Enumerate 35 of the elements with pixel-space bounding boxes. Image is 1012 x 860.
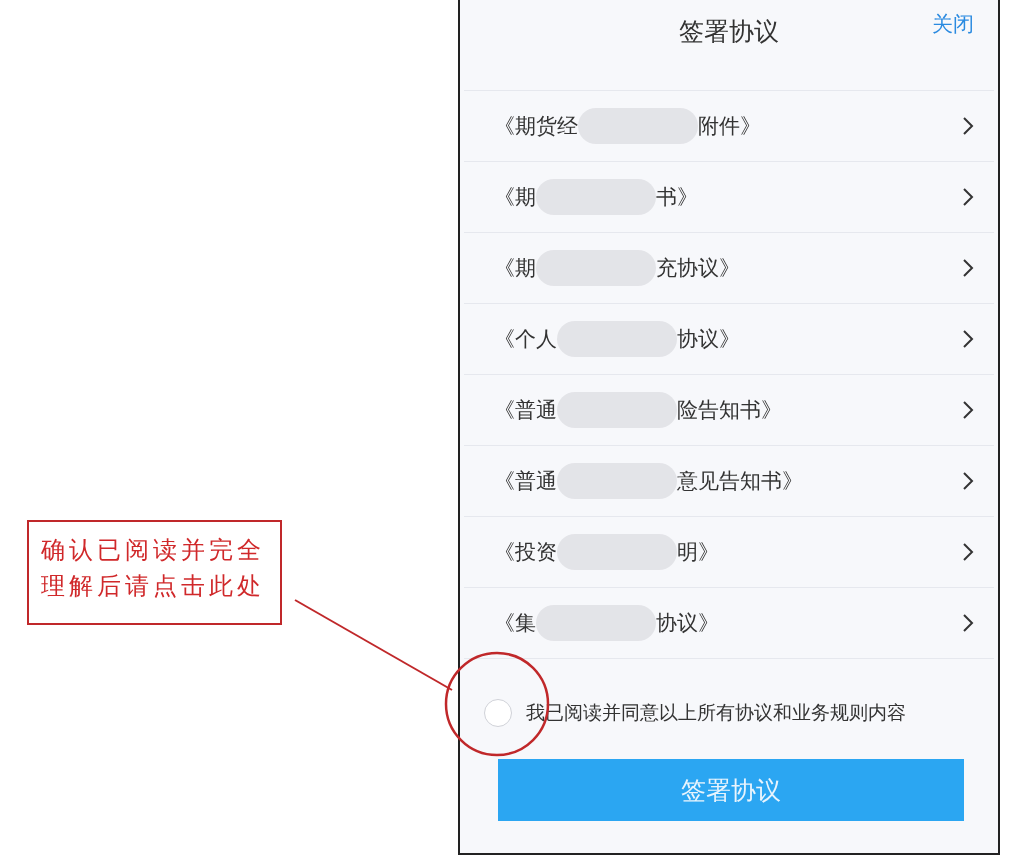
agreement-item[interactable]: 《期货经 附件》 <box>464 91 994 162</box>
chevron-icon <box>962 329 974 349</box>
agreement-title-start: 《期货经 <box>494 113 578 140</box>
callout-note: 确认已阅读并完全理解后请点击此处 <box>27 520 282 625</box>
agreement-title-end: 协议》 <box>677 326 740 353</box>
agreement-title-start: 《个人 <box>494 326 557 353</box>
screen-title: 签署协议 <box>679 15 779 48</box>
agreement-item[interactable]: 《普通 险告知书》 <box>464 375 994 446</box>
chevron-icon <box>962 542 974 562</box>
agreement-title-start: 《期 <box>494 184 536 211</box>
agreement-item[interactable]: 《集 协议》 <box>464 588 994 659</box>
agreement-item[interactable]: 《期 充协议》 <box>464 233 994 304</box>
agreement-title-end: 明》 <box>677 539 719 566</box>
agreement-title-end: 意见告知书》 <box>677 468 803 495</box>
agreement-title-start: 《普通 <box>494 468 557 495</box>
agreement-title-end: 附件》 <box>698 113 761 140</box>
agreement-item[interactable]: 《个人 协议》 <box>464 304 994 375</box>
agreement-item[interactable]: 《期 书》 <box>464 162 994 233</box>
chevron-icon <box>962 116 974 136</box>
agreement-title-end: 协议》 <box>656 610 719 637</box>
agreement-title-end: 书》 <box>656 184 698 211</box>
chevron-icon <box>962 613 974 633</box>
chevron-icon <box>962 400 974 420</box>
agreement-title-start: 《普通 <box>494 397 557 424</box>
agreement-title-end: 充协议》 <box>656 255 740 282</box>
chevron-icon <box>962 471 974 491</box>
agreement-title-start: 《期 <box>494 255 536 282</box>
chevron-icon <box>962 258 974 278</box>
agree-checkbox[interactable] <box>484 699 512 727</box>
agreement-title-start: 《集 <box>494 610 536 637</box>
agreement-title-end: 险告知书》 <box>677 397 782 424</box>
agreement-item[interactable]: 《投资 明》 <box>464 517 994 588</box>
agreement-title-start: 《投资 <box>494 539 557 566</box>
chevron-icon <box>962 187 974 207</box>
agreement-item[interactable]: 《普通 意见告知书》 <box>464 446 994 517</box>
